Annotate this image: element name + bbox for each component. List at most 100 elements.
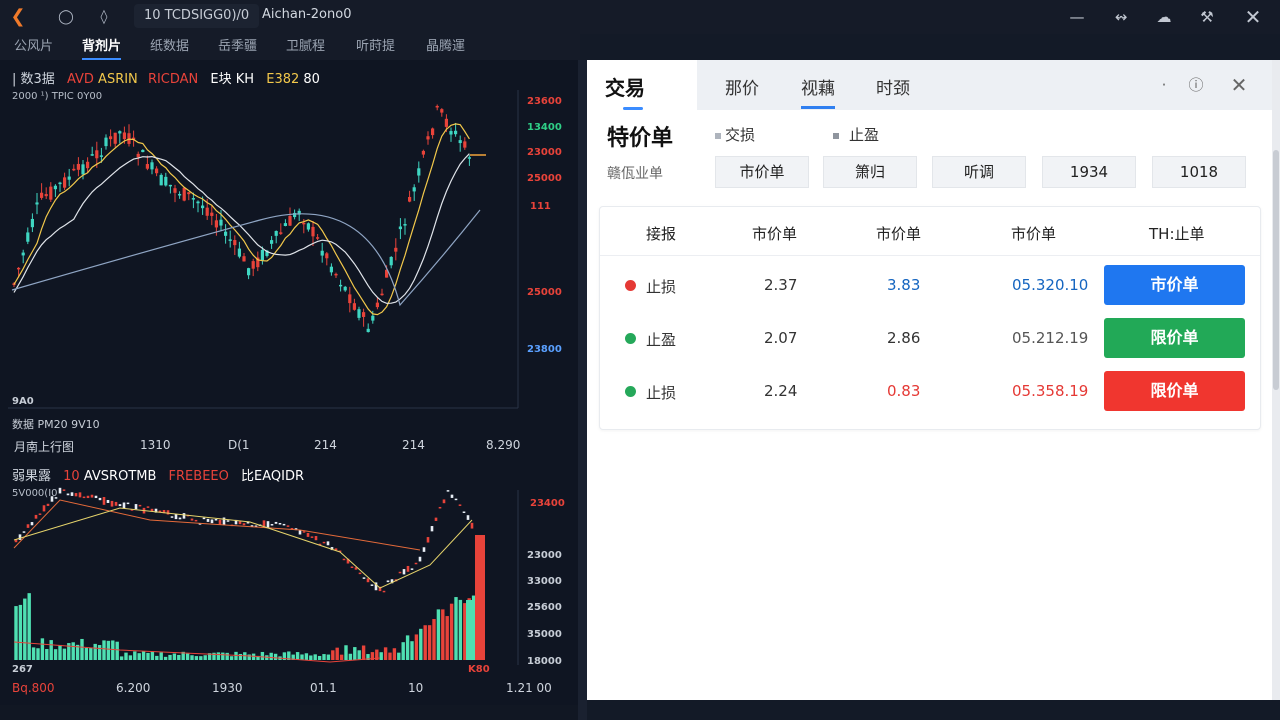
x-tick-label: 6.200 (116, 681, 151, 695)
volume-bar (441, 609, 445, 660)
row-value: 2.86 (887, 329, 921, 347)
volume-bar (247, 654, 251, 660)
volume-bar (163, 656, 168, 660)
volume-chart[interactable] (0, 460, 578, 705)
y-tick-label: 23000 (527, 550, 562, 561)
volume-bar (397, 652, 401, 660)
divider (600, 255, 1260, 256)
candle-body (343, 286, 347, 291)
volume-bar (150, 651, 155, 660)
candle-body (102, 497, 106, 505)
candle-body (357, 309, 361, 318)
menu-item[interactable]: 岳季疆 (218, 35, 257, 54)
info-icon[interactable]: ⓘ (1185, 74, 1207, 96)
candle-body (450, 494, 454, 498)
close-icon[interactable]: ✕ (1242, 6, 1264, 28)
candle-body (329, 266, 333, 273)
segment-button[interactable]: 听调 (932, 156, 1026, 188)
segment-button[interactable]: 1934 (1042, 156, 1136, 188)
coin-icon[interactable]: ◯ (56, 7, 76, 27)
x-tick-label: D(1 (228, 438, 250, 452)
splitter[interactable] (578, 60, 587, 720)
candle-body (380, 293, 384, 296)
volume-bar (40, 638, 45, 660)
menu-item[interactable]: 纸数据 (150, 35, 189, 54)
y-tick-label: 33000 (527, 576, 562, 587)
candle-body (389, 256, 393, 266)
candle-body (238, 521, 242, 525)
candle-body (348, 294, 352, 304)
candle-body (86, 495, 90, 499)
candle-body (247, 268, 251, 276)
option-trade[interactable]: 交损 (715, 124, 755, 145)
candle-body (394, 247, 398, 252)
menu-item[interactable]: 卫腻程 (286, 35, 325, 54)
candle-body (178, 193, 182, 196)
menu-item[interactable]: 听莳提 (356, 35, 395, 54)
more-icon[interactable]: · (1153, 74, 1175, 96)
close-panel-icon[interactable]: ✕ (1228, 74, 1250, 96)
candle-body (322, 541, 326, 544)
candle-body (286, 525, 290, 527)
link-icon[interactable]: ↭ (1110, 6, 1132, 28)
candle-body (219, 219, 223, 226)
volume-bar (199, 656, 203, 660)
volume-bar (137, 653, 141, 660)
orders-table: 接报 市价单 市价单 市价单 TH:止单 止损 2.37 3.83 05.320… (599, 206, 1261, 430)
window-tab[interactable]: 10 TCDSIGG0)/0 (134, 4, 260, 28)
menu-item[interactable]: 公风片 (14, 35, 53, 54)
volume-bar (388, 652, 392, 660)
candle-body (414, 562, 418, 565)
volume-bar (309, 655, 313, 660)
volume-chart-pane[interactable]: 弱果露 10 AVSROTMB FREBEEO 比EAQIDR 5V000(I0… (0, 460, 578, 705)
diamond-icon[interactable]: ◊ (94, 7, 114, 27)
candle-body (182, 187, 186, 201)
candle-body (106, 499, 110, 503)
candle-body (278, 523, 282, 525)
candle-body (431, 128, 435, 136)
candle-body (422, 547, 426, 552)
candle-body (454, 498, 458, 501)
candle-body (67, 176, 71, 180)
chart-corner-label: 267 (12, 664, 33, 675)
candle-body (412, 187, 416, 192)
market-order-button[interactable]: 市价单 (1104, 265, 1245, 305)
price-chart-pane[interactable]: | 数3据 AVD ASRIN RICDAN E块 KH E382 80 200… (0, 60, 578, 460)
candlestick-chart[interactable] (0, 60, 578, 460)
candle-body (370, 584, 374, 586)
tool-icon[interactable]: ⚒ (1196, 6, 1218, 28)
candle-body (458, 504, 462, 506)
candle-body (462, 511, 466, 514)
volume-bar (331, 650, 335, 660)
limit-order-button[interactable]: 限价单 (1104, 371, 1245, 411)
minimize-icon[interactable]: — (1066, 6, 1088, 28)
limit-order-button[interactable]: 限价单 (1104, 318, 1245, 358)
order-type-title: 特价单 (607, 126, 674, 151)
title-bar: ❮ ◯ ◊ 10 TCDSIGG0)/0 Aichan-2ono0 — ↭ ☁ … (0, 0, 1280, 34)
y-tick-label: 25000 (527, 287, 562, 298)
row-value: 2.37 (764, 276, 798, 294)
tab-time[interactable]: 时颈 (876, 74, 910, 99)
menu-item-active[interactable]: 背剂片 (82, 35, 122, 60)
y-tick-label: 23600 (527, 96, 562, 107)
tab-price[interactable]: 那价 (725, 74, 759, 99)
candle-body (438, 506, 442, 509)
checkbox-icon (715, 132, 721, 139)
segment-button[interactable]: 1018 (1152, 156, 1246, 188)
back-icon[interactable]: ❮ (8, 7, 28, 27)
tab-view[interactable]: 视藕 (801, 74, 835, 109)
volume-bar (111, 640, 115, 660)
scrollbar-thumb[interactable] (1273, 150, 1279, 390)
y-tick-label: 13400 (527, 122, 562, 133)
candle-body (421, 150, 425, 155)
option-take-profit[interactable]: 止盈 (833, 124, 879, 145)
candle-body (226, 520, 230, 522)
volume-bar (260, 651, 265, 660)
segment-button[interactable]: 市价单 (715, 156, 809, 188)
trade-title[interactable]: 交易 (605, 72, 645, 110)
cloud-icon[interactable]: ☁ (1153, 6, 1175, 28)
ma-line-blue (11, 209, 481, 307)
segment-button[interactable]: 箫归 (823, 156, 917, 188)
volume-bar (322, 654, 326, 660)
menu-item[interactable]: 晶腾運 (426, 35, 465, 54)
